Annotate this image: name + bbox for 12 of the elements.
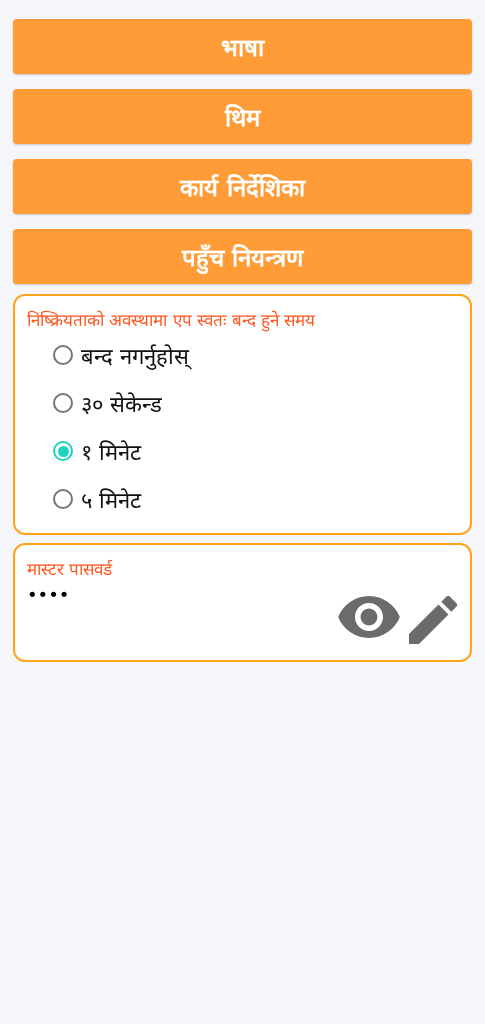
radio-button[interactable]	[53, 345, 73, 365]
radio-button[interactable]	[53, 393, 73, 413]
auto-lock-label: निष्क्रियताको अवस्थामा एप स्वतः बन्द हुने समय	[27, 309, 316, 331]
option-label[interactable]: ५ मिनेट	[81, 484, 141, 514]
password-label: मास्टर पासवर्ड	[27, 558, 113, 580]
radio-button[interactable]	[53, 489, 73, 509]
edit-icon[interactable]	[408, 596, 458, 644]
radio-button[interactable]	[53, 441, 73, 461]
eye-icon[interactable]	[338, 596, 400, 638]
option-label[interactable]: ३० सेकेन्ड	[81, 388, 162, 418]
option-label[interactable]: १ मिनेट	[81, 436, 141, 466]
password-field[interactable]: ••••	[27, 580, 227, 609]
